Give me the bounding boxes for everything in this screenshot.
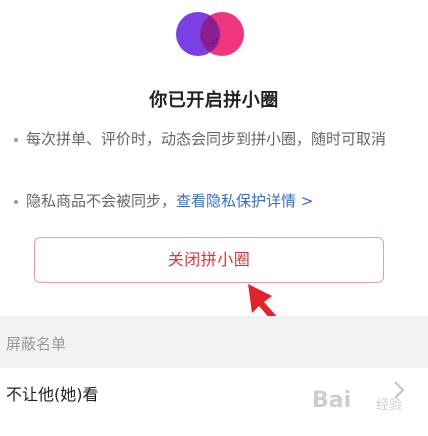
bullet-text: 隐私商品不会被同步， xyxy=(26,192,177,210)
bullet-dot xyxy=(14,138,18,142)
bullet-dot xyxy=(14,200,18,204)
section-title: 屏蔽名单 xyxy=(6,335,67,353)
watermark-sub-text: 经验 xyxy=(376,398,403,413)
close-pinxiaoquan-button[interactable]: 关闭拼小圈 xyxy=(34,237,384,283)
block-list-row-label: 不让他(她)看 xyxy=(6,385,99,404)
privacy-details-link[interactable]: 查看隐私保护详情 xyxy=(176,192,296,210)
info-bullet-privacy: 隐私商品不会被同步，查看隐私保护详情 > xyxy=(14,190,414,213)
overlapping-circles-logo-icon xyxy=(176,12,244,56)
info-bullet-sync: 每次拼单、评价时，动态会同步到拼小圈，随时可取消 xyxy=(14,128,414,151)
bullet-text: 每次拼单、评价时，动态会同步到拼小圈，随时可取消 xyxy=(26,130,387,148)
link-chevron-icon: > xyxy=(300,192,314,210)
page-title: 你已开启拼小圈 xyxy=(149,90,279,111)
bullet-text-wrap: 隐私商品不会被同步，查看隐私保护详情 > xyxy=(14,190,414,213)
watermark-logo-text: Bai xyxy=(312,388,352,413)
